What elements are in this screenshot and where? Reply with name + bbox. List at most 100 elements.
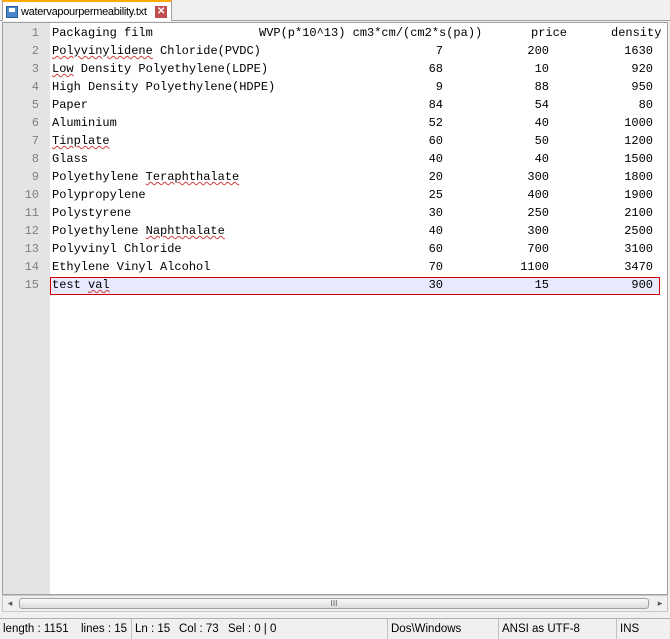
row-name: Low Density Polyethylene(LDPE) xyxy=(52,62,269,76)
editor-line[interactable]: 2 Polyvinylidene Chloride(PVDC) 7 200 1630 xyxy=(3,42,667,60)
editor-line[interactable]: 12 Polyethylene Naphthalate 40 300 2500 xyxy=(3,222,667,240)
row-price: 15 xyxy=(534,278,549,292)
status-insert-mode: INS xyxy=(616,619,656,639)
row-name: Glass xyxy=(52,152,89,166)
row-name: Ethylene Vinyl Alcohol xyxy=(52,260,211,274)
editor-line[interactable]: 6 Aluminium 52 40 1000 xyxy=(3,114,667,132)
row-name: Paper xyxy=(52,98,89,112)
floppy-save-icon xyxy=(6,5,18,18)
editor-line[interactable]: 10 Polypropylene 25 400 1900 xyxy=(3,186,667,204)
row-density: 3100 xyxy=(624,242,653,256)
row-wvp: 7 xyxy=(435,44,443,58)
row-wvp: 40 xyxy=(428,224,443,238)
tab-filename: watervapourpermeability.txt xyxy=(21,5,147,18)
line-number: 13 xyxy=(24,242,39,256)
scroll-left-arrow-icon[interactable]: ◂ xyxy=(3,596,17,611)
status-encoding: ANSI as UTF-8 xyxy=(498,619,608,639)
line-number: 3 xyxy=(31,62,39,76)
row-price: 300 xyxy=(527,224,549,238)
header-density: density xyxy=(611,26,662,40)
row-density: 1630 xyxy=(624,44,653,58)
row-wvp: 30 xyxy=(428,206,443,220)
line-number: 7 xyxy=(31,134,39,148)
row-density: 1000 xyxy=(624,116,653,130)
row-name: Polystyrene xyxy=(52,206,132,220)
line-number: 9 xyxy=(31,170,39,184)
close-tab-icon[interactable]: ✕ xyxy=(155,5,167,18)
editor-line[interactable]: 8 Glass 40 40 1500 xyxy=(3,150,667,168)
status-sel: Sel : 0 | 0 xyxy=(228,623,277,635)
row-density: 920 xyxy=(631,62,653,76)
row-price: 250 xyxy=(527,206,549,220)
row-wvp: 20 xyxy=(428,170,443,184)
row-name: Polypropylene xyxy=(52,188,146,202)
line-number: 2 xyxy=(31,44,39,58)
row-density: 1200 xyxy=(624,134,653,148)
row-name: Tinplate xyxy=(52,134,110,148)
editor-line[interactable]: 9 Polyethylene Teraphthalate 20 300 1800 xyxy=(3,168,667,186)
editor-line[interactable]: 13 Polyvinyl Chloride 60 700 3100 xyxy=(3,240,667,258)
editor-line[interactable]: 11 Polystyrene 30 250 2100 xyxy=(3,204,667,222)
status-lines: lines : 15 xyxy=(81,623,128,635)
row-name: Polyvinyl Chloride xyxy=(52,242,182,256)
row-wvp: 9 xyxy=(435,80,443,94)
editor-line[interactable]: 1 Packaging film WVP(p*10^13) cm3*cm/(cm… xyxy=(3,24,667,42)
row-wvp: 52 xyxy=(428,116,443,130)
row-name: test val xyxy=(52,278,110,292)
editor-line[interactable]: 14 Ethylene Vinyl Alcohol 70 1100 3470 xyxy=(3,258,667,276)
line-number: 11 xyxy=(24,206,39,220)
row-name: Polyvinylidene Chloride(PVDC) xyxy=(52,44,261,58)
line-number: 10 xyxy=(24,188,39,202)
editor-line[interactable]: 7 Tinplate 60 50 1200 xyxy=(3,132,667,150)
row-name: Aluminium xyxy=(52,116,117,130)
line-number: 15 xyxy=(24,278,39,292)
status-eol: Dos\Windows xyxy=(387,619,487,639)
line-number: 5 xyxy=(31,98,39,112)
row-density: 80 xyxy=(638,98,653,112)
file-tab[interactable]: watervapourpermeability.txt ✕ xyxy=(2,0,172,21)
editor-line[interactable]: 15 test val 30 15 900 xyxy=(3,276,667,294)
row-price: 54 xyxy=(534,98,549,112)
row-wvp: 84 xyxy=(428,98,443,112)
editor-line[interactable]: 5 Paper 84 54 80 xyxy=(3,96,667,114)
row-name: High Density Polyethylene(HDPE) xyxy=(52,80,276,94)
row-wvp: 60 xyxy=(428,134,443,148)
header-price: price xyxy=(531,26,568,40)
row-wvp: 25 xyxy=(428,188,443,202)
header-wvp: WVP(p*10^13) cm3*cm/(cm2*s(pa)) xyxy=(259,26,483,40)
text-editor[interactable]: 1 Packaging film WVP(p*10^13) cm3*cm/(cm… xyxy=(2,22,668,595)
line-number: 12 xyxy=(24,224,39,238)
row-price: 88 xyxy=(534,80,549,94)
row-name: Polyethylene Naphthalate xyxy=(52,224,225,238)
row-density: 1900 xyxy=(624,188,653,202)
row-price: 400 xyxy=(527,188,549,202)
row-wvp: 70 xyxy=(428,260,443,274)
line-number: 1 xyxy=(31,26,39,40)
row-price: 50 xyxy=(534,134,549,148)
row-name: Polyethylene Teraphthalate xyxy=(52,170,240,184)
status-ln: Ln : 15 xyxy=(131,619,170,639)
row-density: 2500 xyxy=(624,224,653,238)
row-price: 10 xyxy=(534,62,549,76)
scroll-right-arrow-icon[interactable]: ▸ xyxy=(653,596,667,611)
row-price: 1100 xyxy=(520,260,549,274)
scrollbar-thumb[interactable]: III xyxy=(19,598,649,609)
row-price: 700 xyxy=(527,242,549,256)
horizontal-scrollbar[interactable]: ◂ III ▸ xyxy=(2,595,668,612)
line-number: 4 xyxy=(31,80,39,94)
row-density: 1800 xyxy=(624,170,653,184)
status-col: Col : 73 xyxy=(179,623,219,635)
line-number: 14 xyxy=(24,260,39,274)
row-wvp: 40 xyxy=(428,152,443,166)
line-number: 6 xyxy=(31,116,39,130)
row-wvp: 68 xyxy=(428,62,443,76)
row-density: 3470 xyxy=(624,260,653,274)
editor-line[interactable]: 4 High Density Polyethylene(HDPE) 9 88 950 xyxy=(3,78,667,96)
row-density: 900 xyxy=(631,278,653,292)
row-price: 40 xyxy=(534,116,549,130)
row-density: 2100 xyxy=(624,206,653,220)
row-density: 1500 xyxy=(624,152,653,166)
row-price: 200 xyxy=(527,44,549,58)
editor-line[interactable]: 3 Low Density Polyethylene(LDPE) 68 10 920 xyxy=(3,60,667,78)
tab-bar: watervapourpermeability.txt ✕ xyxy=(0,0,670,21)
